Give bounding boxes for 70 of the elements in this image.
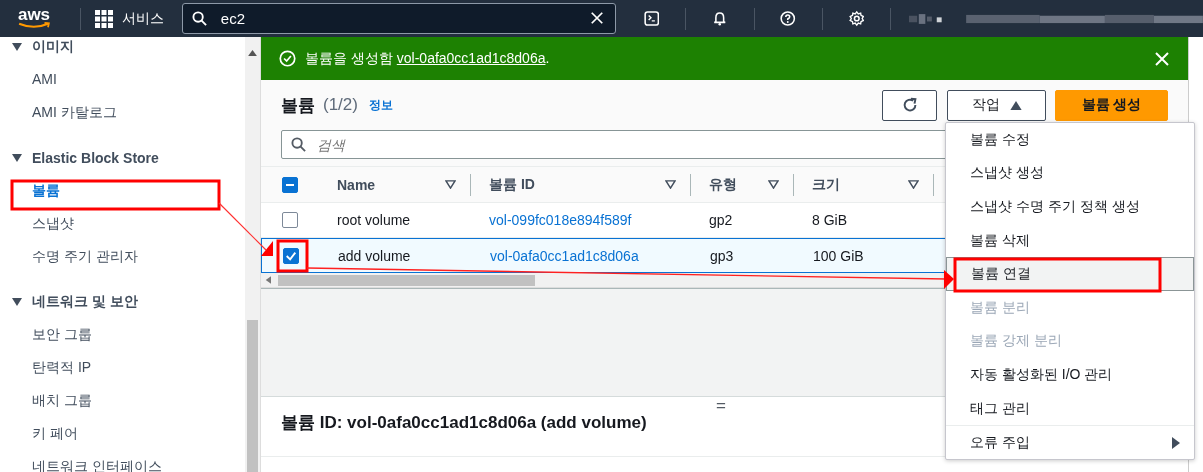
table-cell: gp2 [709,212,733,228]
check-circle-icon [279,50,296,67]
sidebar-item[interactable]: 수명 주기 관리자 [0,240,245,273]
sidebar-item[interactable]: 스냅샷 [0,207,245,240]
caret-icon[interactable] [12,153,22,163]
sidebar-section-title[interactable]: Elastic Block Store [32,150,159,166]
sort-icon[interactable] [768,180,779,189]
table-cell: 100 GiB [813,247,864,264]
scrollbar-thumb[interactable] [247,320,258,472]
settings-icon[interactable] [848,9,865,28]
table-cell: root volume [337,212,411,228]
scroll-up-icon[interactable] [248,49,257,56]
aws-logo[interactable]: aws [16,8,52,29]
menu-item[interactable]: 오류 주입 [946,425,1194,459]
close-icon[interactable] [1154,50,1170,67]
sidebar-item[interactable]: AMI [0,63,245,96]
column-header[interactable]: Name [337,176,376,193]
caret-icon[interactable] [12,42,22,52]
success-message: 볼륨을 생성함 vol-0afa0cc1ad1c8d06a. [305,49,551,68]
bell-icon[interactable] [712,9,728,28]
sort-icon[interactable] [445,180,456,189]
caret-icon[interactable] [12,297,22,307]
info-link[interactable]: 정보 [368,96,393,114]
refresh-button[interactable] [882,89,937,121]
clear-icon[interactable] [589,11,604,25]
table-cell: gp3 [710,247,734,264]
scrollbar-thumb[interactable] [278,275,535,286]
highlight-frame [276,239,309,273]
select-all-checkbox[interactable] [282,176,298,193]
selection-count: (1/2) [323,95,358,115]
sidebar-section-title[interactable]: 네트워크 및 보안 [32,293,138,311]
row-checkbox[interactable] [283,247,299,264]
sort-icon[interactable] [665,180,676,189]
help-icon[interactable] [780,9,796,28]
terminal-icon[interactable] [643,9,660,28]
search-icon [191,11,207,26]
panel-title: 볼륨 [281,94,315,117]
menu-item[interactable]: 스냅샷 생성 [946,156,1194,191]
row-checkbox[interactable] [282,212,298,228]
grid-icon [94,9,113,28]
scrollbar[interactable] [245,37,261,472]
volume-id-link[interactable]: vol-099fc018e894f589f [489,212,632,228]
search-field[interactable]: ec2 [181,3,616,34]
volume-id-link[interactable]: vol-0afa0cc1ad1c8d06a [490,247,639,264]
actions-button[interactable]: 작업 [947,89,1046,121]
search-icon [291,137,306,152]
details-title: 볼륨 ID: vol-0afa0cc1ad1c8d06a (add volume) [281,412,648,434]
sidebar-item[interactable]: 탄력적 IP [0,351,245,384]
services-button[interactable]: 서비스 [94,9,164,28]
table-cell: 8 GiB [812,212,847,228]
sort-icon[interactable] [908,180,919,189]
scroll-left-icon[interactable] [265,276,271,284]
caret-icon [1009,100,1022,110]
sidebar-section-title[interactable]: 이미지 [32,38,74,56]
annotation-arrow [218,202,273,256]
sidebar-item[interactable]: 볼륨 [0,174,245,207]
sidebar-item[interactable]: AMI 카탈로그 [0,96,245,129]
sidebar-item[interactable]: 보안 그룹 [0,318,245,351]
submenu-arrow-icon [1172,436,1180,449]
sidebar-item[interactable]: 배치 그룹 [0,384,245,417]
menu-item[interactable]: 볼륨 연결 [946,257,1194,291]
resize-handle[interactable]: = [716,396,726,416]
column-header[interactable]: 볼륨 ID [489,175,535,194]
create-volume-button[interactable]: 볼륨 생성 [1055,89,1168,121]
menu-item[interactable]: 자동 활성화된 I/O 관리 [946,358,1194,392]
column-header[interactable]: 크기 [812,175,840,194]
menu-item[interactable]: 태그 관리 [946,391,1194,426]
table-cell: add volume [338,247,411,264]
column-header[interactable]: 유형 [709,175,737,194]
sidebar-item[interactable]: 키 페어 [0,417,245,450]
